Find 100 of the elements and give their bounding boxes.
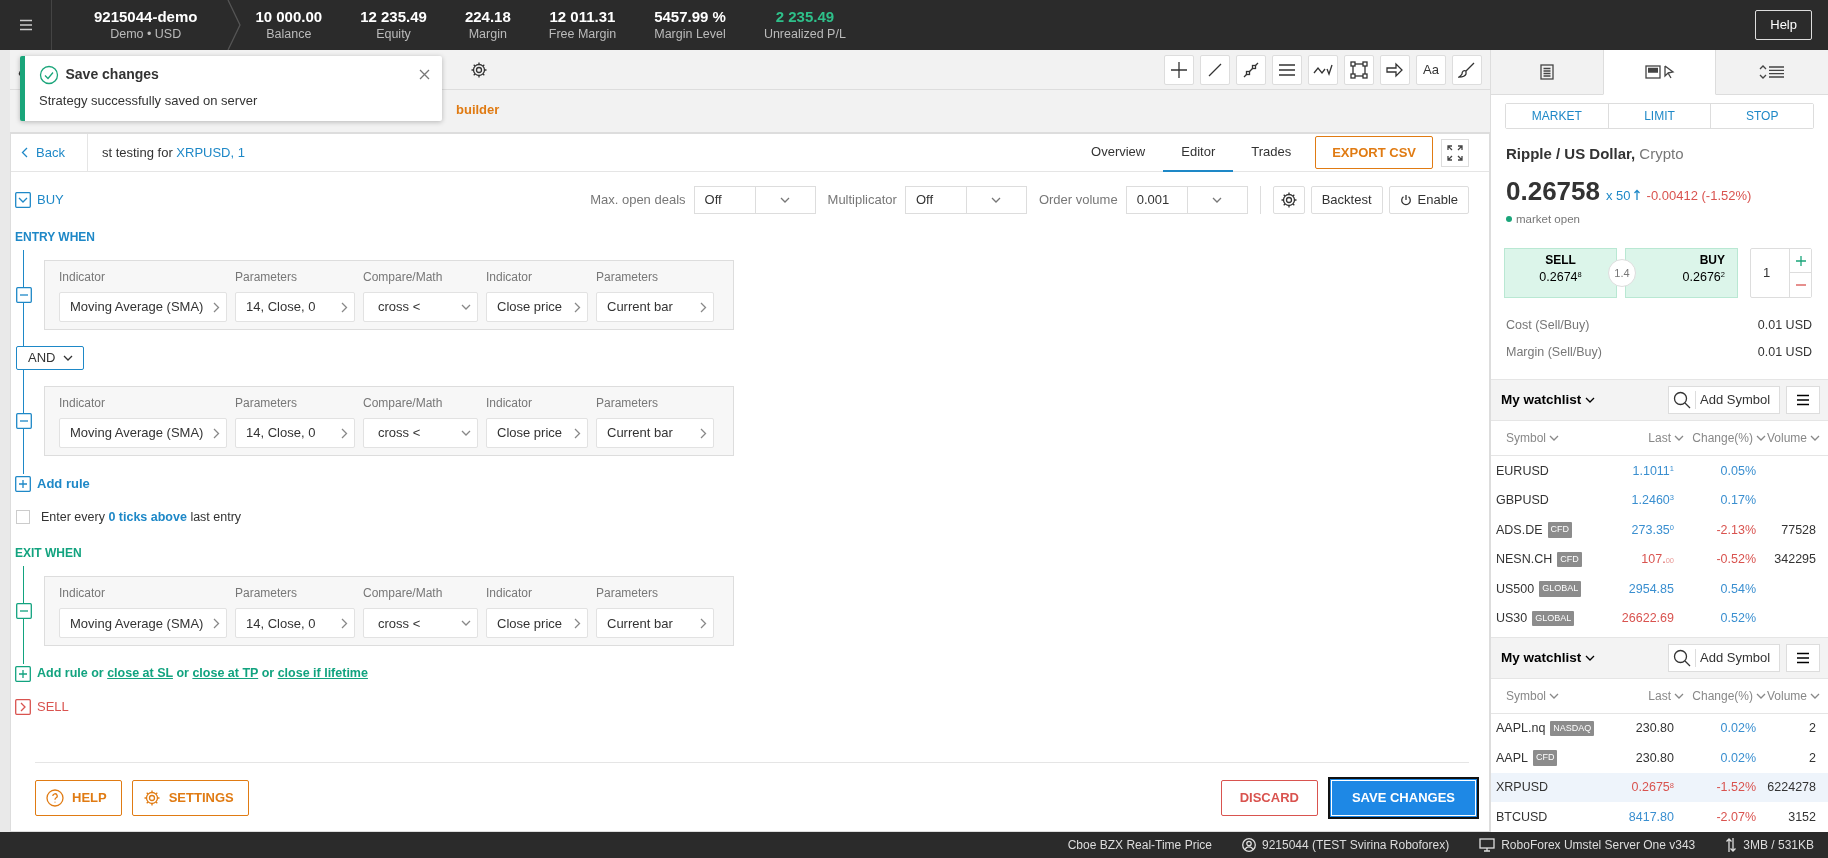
close-button[interactable]: [419, 69, 430, 80]
fullscreen-button[interactable]: [1441, 138, 1469, 167]
watchlist-row[interactable]: ADS.DE CFD 273.35$^{0}$ -2.13% 77528: [1491, 515, 1828, 545]
watchlist-dropdown[interactable]: My watchlist: [1501, 390, 1596, 411]
stat-value: 10 000.00: [255, 7, 323, 27]
discard-button[interactable]: DISCARD: [1220, 780, 1318, 816]
chevron-right-icon: [700, 617, 707, 629]
search-field[interactable]: Add Symbol: [1668, 643, 1780, 672]
settings-button[interactable]: [1272, 186, 1305, 214]
menu-icon: [1796, 651, 1810, 664]
indicator-select[interactable]: 14, Close, 0: [235, 292, 355, 322]
backtest-button[interactable]: Backtest: [1310, 186, 1383, 214]
sell-toggle[interactable]: SELL: [15, 697, 69, 717]
indicator-select[interactable]: Close price: [486, 292, 588, 322]
change-value: -0.52%: [1715, 551, 1756, 569]
volume-value: 2: [1808, 720, 1816, 738]
section-title: EXIT WHEN: [15, 545, 83, 563]
volume-value: 3152: [1787, 808, 1816, 826]
field-label: Parameters: [596, 585, 660, 603]
sell-label: SELL: [1544, 253, 1577, 269]
watchlist-row[interactable]: BTCUSD 8417.80 -2.07% 3152: [1491, 802, 1828, 832]
sort-caret-icon: [1549, 692, 1559, 699]
arrow-tool-button[interactable]: [1380, 54, 1410, 85]
column-header[interactable]: Last: [1610, 429, 1684, 447]
indicator-select[interactable]: 14, Close, 0: [235, 418, 355, 448]
compare-select[interactable]: cross <: [363, 418, 478, 448]
change-value: -1.52%: [1715, 779, 1756, 797]
enable-button[interactable]: Enable: [1388, 186, 1469, 214]
setting-select[interactable]: 0.001: [1125, 186, 1248, 214]
transfer-icon: [1725, 837, 1738, 853]
watchlist-row[interactable]: US30 GLOBAL 26622.69 0.52%: [1491, 603, 1828, 634]
column-header[interactable]: Last: [1610, 686, 1684, 705]
watchlist-row[interactable]: AAPL CFD 230.80 0.02% 2: [1491, 743, 1828, 773]
buy-toggle[interactable]: BUY: [15, 190, 64, 210]
compare-select[interactable]: cross <: [363, 608, 478, 639]
indicator-select[interactable]: 14, Close, 0: [235, 608, 355, 639]
watchlist-row[interactable]: EURUSD 1.1011$^{1}$ 0.05%: [1491, 456, 1828, 486]
rectangle-tool-button[interactable]: [1344, 54, 1374, 85]
market-tag: NASDAQ: [1550, 721, 1595, 737]
cost-value: 0.01 USD: [1757, 317, 1812, 334]
change-value: 0.02%: [1719, 720, 1756, 738]
logic-select[interactable]: AND: [16, 346, 85, 370]
order-type-tab[interactable]: MARKET: [1506, 104, 1609, 129]
add-rule-button[interactable]: [15, 665, 31, 682]
indicator-select[interactable]: Moving Average (SMA): [59, 292, 227, 322]
column-header[interactable]: Symbol: [1506, 429, 1610, 447]
field-label: Compare/Math: [363, 395, 444, 412]
field-label: Compare/Math: [363, 269, 444, 286]
lines-tool-button[interactable]: [1272, 54, 1302, 85]
add-rule-link[interactable]: Add rule: [15, 474, 90, 494]
indicator-select[interactable]: Current bar: [596, 292, 714, 322]
watchlist-row[interactable]: GBPUSD 1.2460$^{3}$ 0.17%: [1491, 485, 1828, 516]
view-tab[interactable]: Trades: [1233, 133, 1310, 172]
brush-tool-button[interactable]: [1452, 54, 1482, 85]
indicator-select[interactable]: Current bar: [596, 418, 714, 448]
wave-tool-button[interactable]: [1308, 54, 1338, 85]
column-header[interactable]: Change(%): [1684, 686, 1766, 705]
chevron-right-icon: [213, 301, 220, 313]
column-header[interactable]: Symbol: [1506, 686, 1610, 705]
panel-tab[interactable]: [1602, 50, 1717, 96]
compare-select[interactable]: cross <: [363, 292, 478, 322]
remove-rule-button[interactable]: [16, 603, 32, 620]
checkbox[interactable]: [16, 509, 30, 524]
increase-button[interactable]: [1790, 249, 1811, 274]
help-button[interactable]: Help: [1755, 10, 1812, 40]
setting-select[interactable]: Off: [904, 186, 1027, 214]
menu-icon: [1796, 394, 1810, 407]
view-tab[interactable]: Editor: [1163, 133, 1234, 172]
indicator-select[interactable]: Close price: [486, 608, 588, 639]
column-header[interactable]: Change(%): [1684, 429, 1766, 447]
crosshair-tool-button[interactable]: [1164, 54, 1194, 85]
segment-tool-button[interactable]: [1236, 54, 1266, 85]
view-tab[interactable]: Overview: [1073, 133, 1164, 172]
watchlist-dropdown[interactable]: My watchlist: [1501, 647, 1596, 668]
volume-value: 77528: [1780, 521, 1816, 539]
indicator-select[interactable]: Current bar: [596, 608, 714, 639]
field-label: Parameters: [235, 269, 299, 286]
save-changes-button[interactable]: SAVE CHANGES: [1327, 777, 1479, 819]
remove-rule-button[interactable]: [16, 287, 32, 303]
indicator-select[interactable]: Moving Average (SMA): [59, 418, 227, 448]
indicator-select[interactable]: Close price: [486, 418, 588, 448]
volume-value: 6224278: [1766, 779, 1816, 797]
line-tool-button[interactable]: [1200, 54, 1230, 85]
fullscreen-icon: [1447, 144, 1463, 161]
indicator-select[interactable]: Moving Average (SMA): [59, 608, 227, 639]
instrument-name: Ripple / US Dollar, Crypto: [1506, 144, 1685, 165]
watchlist-row[interactable]: AAPL.nq NASDAQ 230.80 0.02% 2: [1491, 714, 1828, 744]
stat-value: 5457.99 %: [654, 7, 726, 27]
setting-select[interactable]: Off: [693, 186, 816, 214]
ticks-link[interactable]: 0 ticks above: [108, 509, 187, 524]
sort-caret-icon: [1810, 435, 1820, 441]
column-header[interactable]: Volume: [1766, 429, 1820, 447]
watchlist-row[interactable]: US500 GLOBAL 2954.85 0.54%: [1491, 574, 1828, 604]
search-field[interactable]: Add Symbol: [1668, 386, 1780, 415]
watchlist-row[interactable]: XRPUSD 0.2675$^{8}$ -1.52% 6224278: [1491, 773, 1828, 803]
column-header[interactable]: Volume: [1766, 686, 1820, 705]
text-tool-button[interactable]: Aa: [1416, 54, 1446, 85]
quantity-field[interactable]: 1: [1750, 248, 1812, 298]
remove-rule-button[interactable]: [16, 413, 32, 429]
back-link[interactable]: Back: [11, 133, 88, 172]
